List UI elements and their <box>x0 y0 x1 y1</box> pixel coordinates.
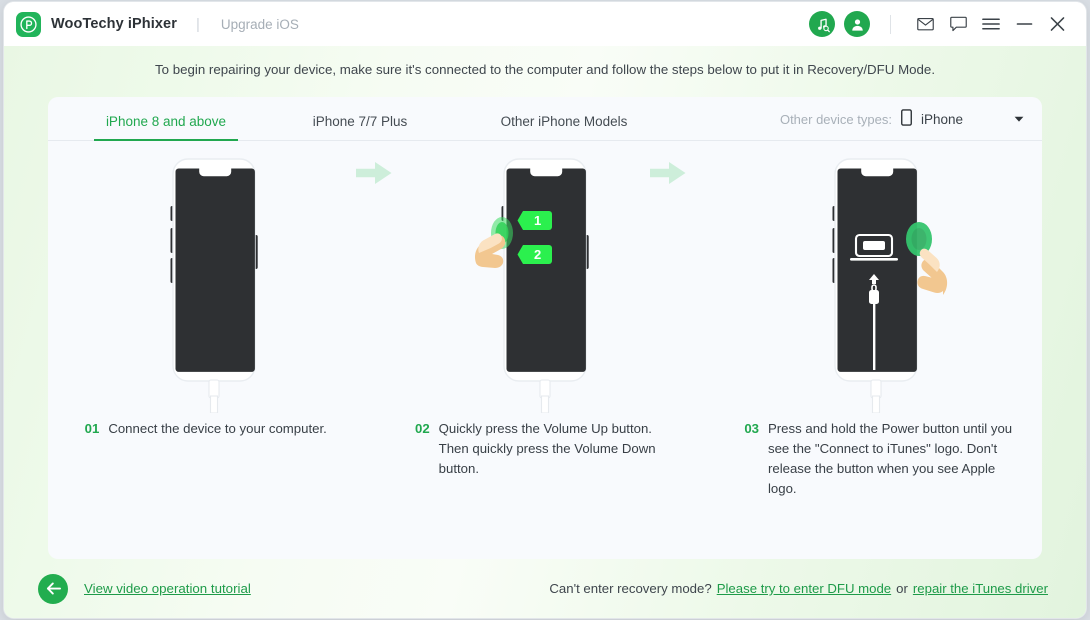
footer-bar: View video operation tutorial Can't ente… <box>4 559 1086 618</box>
arrow-right-icon-2 <box>649 158 687 188</box>
back-arrow-icon[interactable] <box>38 573 68 604</box>
device-type-text: iPhone <box>920 111 963 127</box>
minimize-icon[interactable] <box>1009 9 1039 39</box>
tab-iphone-7-7-plus[interactable]: iPhone 7/7 Plus <box>280 114 440 140</box>
step-3-number: 03 <box>744 421 759 436</box>
tab-other-iphone-models[interactable]: Other iPhone Models <box>474 114 654 140</box>
titlebar-actions <box>800 9 1072 39</box>
step-1-caption: 01 Connect the device to your computer. <box>85 413 347 439</box>
step-2-number: 02 <box>414 421 430 436</box>
step-2-text: Quickly press the Volume Up button. Then… <box>438 421 656 477</box>
repair-itunes-driver-link[interactable]: repair the iTunes driver <box>913 581 1048 596</box>
device-tabs: iPhone 8 and above iPhone 7/7 Plus Other… <box>48 97 1042 141</box>
or-label: or <box>896 581 908 596</box>
step-3-text: Press and hold the Power button until yo… <box>767 421 1013 497</box>
intro-instruction: To begin repairing your device, make sur… <box>154 61 936 77</box>
iphone-recovery-connect-to-itunes-illustration <box>711 147 1042 413</box>
wootechy-logo-icon <box>16 11 41 37</box>
feedback-chat-icon[interactable] <box>943 9 973 39</box>
steps-row: 01 Connect the device to your computer. <box>48 141 1042 559</box>
footer-help-text: Can't enter recovery mode? Please try to… <box>549 581 1048 596</box>
step-2-caption: 02 Quickly press the Volume Up button. T… <box>415 413 677 479</box>
other-device-types-label: Other device types: <box>779 111 892 127</box>
chevron-down-icon[interactable] <box>1014 116 1024 123</box>
step-2-badge-1: 1 <box>534 213 541 228</box>
step-3-caption: 03 Press and hold the Power button until… <box>744 413 1012 499</box>
step-2-badge-2: 2 <box>534 247 541 262</box>
device-type-value[interactable]: iPhone <box>900 109 963 129</box>
user-account-icon[interactable] <box>844 11 870 37</box>
other-device-types-selector: Other device types: iPhone <box>780 109 1042 140</box>
mail-icon[interactable] <box>910 9 940 39</box>
app-window: WooTechy iPhixer | Upgrade iOS To begin … <box>4 2 1086 618</box>
recovery-question-label: Can't enter recovery mode? <box>549 581 712 596</box>
step-1-text: Connect the device to your computer. <box>108 421 327 436</box>
phone-icon <box>900 109 912 129</box>
brand-title: WooTechy iPhixer <box>51 16 177 32</box>
brand-area: WooTechy iPhixer | Upgrade iOS <box>16 11 299 37</box>
titlebar-divider <box>890 14 891 34</box>
itunes-music-search-icon[interactable] <box>809 11 835 37</box>
tab-iphone-8-and-above[interactable]: iPhone 8 and above <box>94 114 238 141</box>
upgrade-ios-label[interactable]: Upgrade iOS <box>221 17 299 32</box>
step-3: 03 Press and hold the Power button until… <box>711 147 1042 499</box>
iphone-connected-to-computer-illustration <box>48 147 379 413</box>
menu-hamburger-icon[interactable] <box>976 9 1006 39</box>
brand-separator: | <box>195 15 200 33</box>
step-2: 1 2 02 Quickly press the Volume Up butto… <box>379 147 710 479</box>
close-icon[interactable] <box>1042 9 1072 39</box>
view-video-tutorial-link[interactable]: View video operation tutorial <box>84 581 251 596</box>
step-1: 01 Connect the device to your computer. <box>48 147 379 439</box>
body-area: To begin repairing your device, make sur… <box>4 46 1086 618</box>
step-1-number: 01 <box>84 421 100 436</box>
title-bar: WooTechy iPhixer | Upgrade iOS <box>4 2 1086 46</box>
dfu-mode-link[interactable]: Please try to enter DFU mode <box>717 581 891 596</box>
steps-card: iPhone 8 and above iPhone 7/7 Plus Other… <box>48 97 1042 559</box>
